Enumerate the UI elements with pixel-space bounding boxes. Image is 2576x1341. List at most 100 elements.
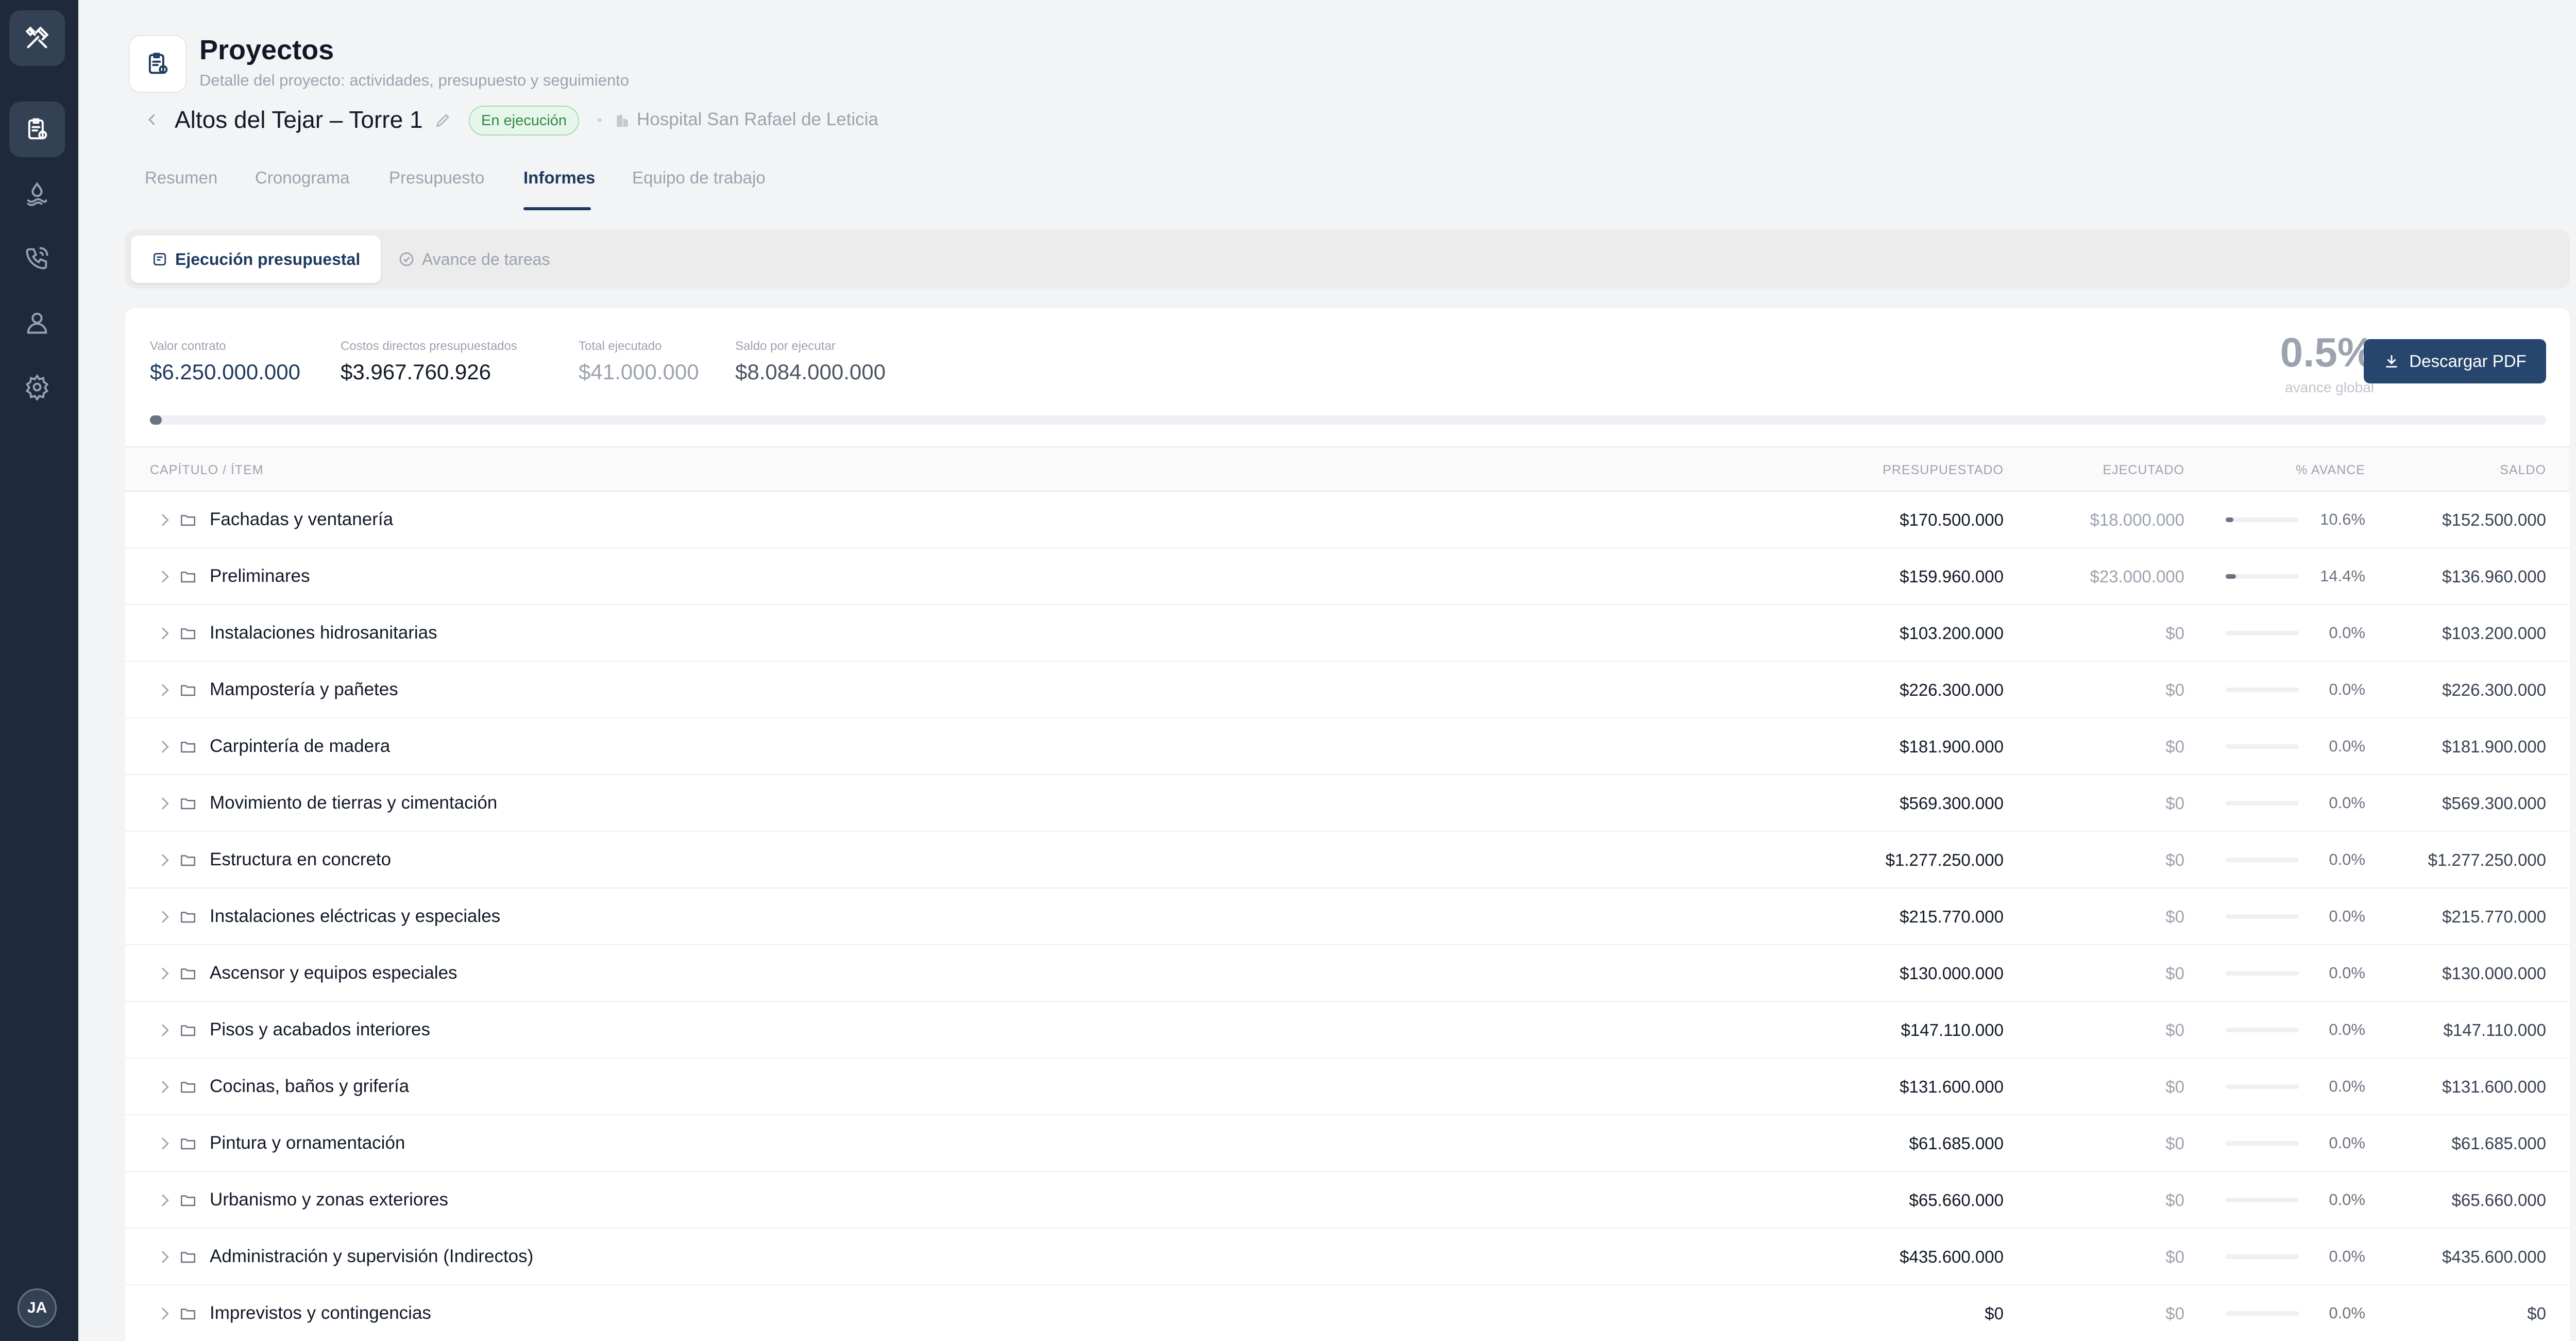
- row-saldo: $136.960.000: [2442, 567, 2546, 586]
- table-row[interactable]: Fachadas y ventanería $170.500.000 $18.000…: [125, 492, 2570, 548]
- sidebar-item-phone[interactable]: [9, 230, 65, 286]
- chevron-right-icon[interactable]: [156, 1305, 174, 1322]
- row-progress-bar: [2226, 1084, 2299, 1089]
- row-avance: 0.0%: [2329, 1077, 2365, 1095]
- folder-icon: [180, 572, 196, 583]
- row-progress-bar: [2226, 1198, 2299, 1202]
- table-row[interactable]: Estructura en concreto $1.277.250.000 $0 0.…: [125, 832, 2570, 889]
- download-pdf-button[interactable]: Descargar PDF: [2364, 339, 2546, 383]
- status-badge: En ejecución: [469, 106, 580, 136]
- back-button[interactable]: [142, 109, 162, 130]
- table-header: CAPÍTULO / ÍTEM PRESUPUESTADO EJECUTADO …: [125, 446, 2570, 492]
- table-row[interactable]: Mampostería y pañetes $226.300.000 $0 0.0% $…: [125, 662, 2570, 718]
- avatar[interactable]: JA: [18, 1288, 57, 1328]
- chevron-right-icon[interactable]: [156, 851, 174, 869]
- table-row[interactable]: Pintura y ornamentación $61.685.000 $0 0.0%…: [125, 1115, 2570, 1172]
- row-presupuestado: $226.300.000: [1900, 680, 2004, 699]
- sidebar-logo-button[interactable]: [9, 10, 65, 66]
- table-row[interactable]: Cocinas, baños y grifería $131.600.000 $0 0…: [125, 1059, 2570, 1115]
- sidebar-item-settings[interactable]: [9, 359, 65, 415]
- table-row[interactable]: Administración y supervisión (Indirectos…: [125, 1229, 2570, 1285]
- row-ejecutado: $23.000.000: [2090, 567, 2184, 586]
- chevron-right-icon[interactable]: [156, 965, 174, 982]
- table-row[interactable]: Urbanismo y zonas exteriores $65.660.000 $…: [125, 1172, 2570, 1229]
- row-name: Imprevistos y contingencias: [210, 1303, 431, 1323]
- row-saldo: $65.660.000: [2451, 1191, 2546, 1210]
- chevron-right-icon[interactable]: [156, 511, 174, 529]
- row-progress-bar: [2226, 574, 2299, 579]
- row-progress-bar: [2226, 631, 2299, 635]
- table-row[interactable]: Imprevistos y contingencias $0 $0 0.0% $0: [125, 1285, 2570, 1341]
- chevron-right-icon[interactable]: [156, 681, 174, 699]
- table-row[interactable]: Pisos y acabados interiores $147.110.000 $…: [125, 1002, 2570, 1059]
- metric-label: Costos directos presupuestados: [341, 339, 517, 353]
- chevron-right-icon[interactable]: [156, 1021, 174, 1039]
- user-icon: [27, 312, 47, 334]
- chevron-right-icon[interactable]: [156, 625, 174, 642]
- table-row[interactable]: Carpintería de madera $181.900.000 $0 0.0% $…: [125, 718, 2570, 775]
- water-drop-icon: [27, 181, 47, 206]
- row-presupuestado: $215.770.000: [1900, 907, 2004, 926]
- tab-presupuesto[interactable]: Presupuesto: [389, 168, 484, 188]
- row-name: Urbanismo y zonas exteriores: [210, 1189, 448, 1210]
- row-avance: 0.0%: [2329, 1304, 2365, 1322]
- row-presupuestado: $131.600.000: [1900, 1077, 2004, 1096]
- chevron-right-icon[interactable]: [156, 1192, 174, 1209]
- client-name[interactable]: Hospital San Rafael de Leticia: [637, 109, 878, 130]
- folder-icon: [180, 1082, 196, 1093]
- chevron-right-icon[interactable]: [156, 738, 174, 756]
- row-progress-bar: [2226, 971, 2299, 976]
- header-saldo: SALDO: [2500, 463, 2546, 477]
- row-presupuestado: $65.660.000: [1909, 1191, 2004, 1210]
- chevron-right-icon[interactable]: [156, 1078, 174, 1096]
- global-progress-fill: [150, 415, 162, 425]
- row-name: Carpintería de madera: [210, 736, 391, 756]
- chevron-right-icon[interactable]: [156, 908, 174, 926]
- table-row[interactable]: Instalaciones eléctricas y especiales $21…: [125, 889, 2570, 945]
- subtab-avance-tareas[interactable]: Avance de tareas: [378, 236, 570, 283]
- row-avance: 0.0%: [2329, 1191, 2365, 1209]
- metric-value: $41.000.000: [579, 360, 699, 384]
- chevron-right-icon[interactable]: [156, 795, 174, 812]
- sidebar-item-users[interactable]: [9, 295, 65, 350]
- row-progress-bar: [2226, 1311, 2299, 1316]
- pencil-icon[interactable]: [434, 111, 452, 129]
- sidebar-item-projects[interactable]: [9, 102, 65, 157]
- table-row[interactable]: Ascensor y equipos especiales $130.000.00…: [125, 945, 2570, 1002]
- row-presupuestado: $0: [1985, 1304, 2004, 1323]
- row-progress-bar: [2226, 1254, 2299, 1259]
- download-icon: [2386, 355, 2398, 368]
- row-name: Instalaciones hidrosanitarias: [210, 623, 437, 643]
- tab-equipo[interactable]: Equipo de trabajo: [632, 168, 766, 188]
- projects-icon: [28, 118, 47, 140]
- row-ejecutado: $0: [2165, 1247, 2184, 1266]
- metric-value: $8.084.000.000: [735, 360, 886, 384]
- sidebar-item-water[interactable]: [9, 166, 65, 222]
- table-row[interactable]: Movimiento de tierras y cimentación $569.…: [125, 775, 2570, 832]
- row-presupuestado: $569.300.000: [1900, 794, 2004, 813]
- separator-dot: [598, 118, 602, 122]
- row-saldo: $1.277.250.000: [2428, 850, 2546, 869]
- tab-cronograma[interactable]: Cronograma: [255, 168, 349, 188]
- row-avance: 0.0%: [2329, 1134, 2365, 1152]
- metric-valor-contrato: Valor contrato $6.250.000.000: [150, 339, 300, 384]
- row-ejecutado: $0: [2165, 964, 2184, 983]
- settings-icon: [25, 374, 49, 400]
- row-saldo: $435.600.000: [2442, 1247, 2546, 1266]
- report-subtabs: Ejecución presupuestal Avance de tareas: [125, 230, 2570, 289]
- row-saldo: $103.200.000: [2442, 624, 2546, 643]
- folder-icon: [180, 1252, 196, 1263]
- tab-informes[interactable]: Informes: [523, 168, 595, 188]
- subtab-ejecucion-presupuestal[interactable]: Ejecución presupuestal: [131, 236, 381, 283]
- table-row[interactable]: Preliminares $159.960.000 $23.000.000 14.4%…: [125, 548, 2570, 605]
- row-progress-bar: [2226, 858, 2299, 862]
- chevron-right-icon[interactable]: [156, 1248, 174, 1266]
- tab-resumen[interactable]: Resumen: [145, 168, 217, 188]
- folder-icon: [180, 912, 196, 923]
- row-progress-bar: [2226, 1028, 2299, 1032]
- table-row[interactable]: Instalaciones hidrosanitarias $103.200.00…: [125, 605, 2570, 662]
- chevron-right-icon[interactable]: [156, 1135, 174, 1152]
- row-progress-bar: [2226, 1141, 2299, 1146]
- row-ejecutado: $0: [2165, 680, 2184, 699]
- chevron-right-icon[interactable]: [156, 568, 174, 585]
